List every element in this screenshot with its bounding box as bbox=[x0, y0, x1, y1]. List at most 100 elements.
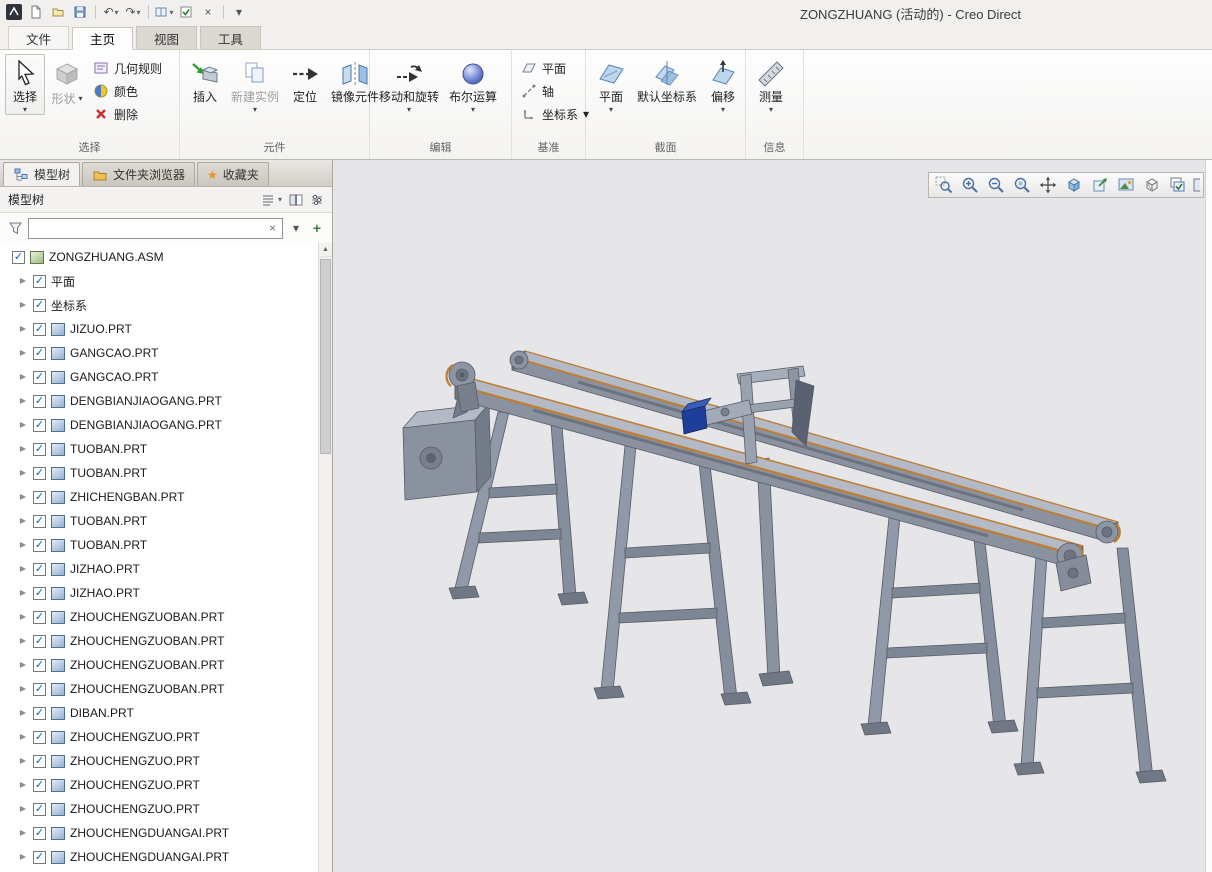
display-style-icon[interactable] bbox=[1140, 174, 1163, 196]
tree-row[interactable]: ▶ ✓ ZHOUCHENGDUANGAI.PRT bbox=[0, 821, 318, 845]
scroll-up-icon[interactable]: ▲ bbox=[319, 243, 332, 257]
tree-row[interactable]: ▶ ✓ ZHICHENGBAN.PRT bbox=[0, 485, 318, 509]
expand-arrow-icon[interactable]: ▶ bbox=[18, 732, 28, 742]
undo-button[interactable]: ↶▾ bbox=[101, 3, 121, 21]
tree-search-input[interactable] bbox=[31, 220, 265, 237]
expand-arrow-icon[interactable]: ▶ bbox=[18, 468, 28, 478]
tree-item-label[interactable]: DENGBIANJIAOGANG.PRT bbox=[70, 418, 222, 432]
tree-checkbox[interactable]: ✓ bbox=[33, 539, 46, 552]
expand-arrow-icon[interactable]: ▶ bbox=[18, 828, 28, 838]
tree-item-label[interactable]: GANGCAO.PRT bbox=[70, 370, 158, 384]
tree-checkbox[interactable]: ✓ bbox=[33, 635, 46, 648]
section-plane-button[interactable]: 平面 ▾ bbox=[591, 54, 631, 115]
expand-arrow-icon[interactable]: ▶ bbox=[18, 348, 28, 358]
tree-filter-settings-button[interactable] bbox=[310, 193, 324, 207]
toolbar-overflow-icon[interactable] bbox=[1192, 174, 1200, 196]
tree-item-label[interactable]: ZHOUCHENGZUOBAN.PRT bbox=[70, 682, 224, 696]
tab-tools[interactable]: 工具 bbox=[200, 26, 261, 49]
tree-item-label[interactable]: ZONGZHUANG.ASM bbox=[49, 250, 164, 264]
tree-item-label[interactable]: TUOBAN.PRT bbox=[70, 538, 147, 552]
tree-checkbox[interactable]: ✓ bbox=[33, 755, 46, 768]
tree-item-label[interactable]: JIZHAO.PRT bbox=[70, 586, 140, 600]
expand-arrow-icon[interactable]: ▶ bbox=[18, 660, 28, 670]
expand-arrow-icon[interactable]: ▶ bbox=[18, 276, 28, 286]
view-manager-icon[interactable] bbox=[1166, 174, 1189, 196]
offset-button[interactable]: 偏移 ▾ bbox=[703, 54, 743, 115]
tree-row[interactable]: ▶ ✓ ZHOUCHENGZUOBAN.PRT bbox=[0, 677, 318, 701]
collapsed-panel-strip[interactable] bbox=[1205, 160, 1212, 872]
tree-checkbox[interactable]: ✓ bbox=[12, 251, 25, 264]
tree-row[interactable]: ▶ ✓ 坐标系 bbox=[0, 293, 318, 317]
search-options-button[interactable]: ▾ bbox=[288, 219, 304, 237]
insert-button[interactable]: 插入 bbox=[185, 54, 225, 105]
position-button[interactable]: 定位 bbox=[285, 54, 325, 105]
tree-checkbox[interactable]: ✓ bbox=[33, 299, 46, 312]
tree-row[interactable]: ▶ ✓ ZHOUCHENGZUOBAN.PRT bbox=[0, 653, 318, 677]
tree-checkbox[interactable]: ✓ bbox=[33, 443, 46, 456]
move-rotate-button[interactable]: 移动和旋转 ▾ bbox=[375, 54, 443, 115]
capture-image-icon[interactable] bbox=[1114, 174, 1137, 196]
expand-arrow-icon[interactable]: ▶ bbox=[18, 420, 28, 430]
tree-item-label[interactable]: TUOBAN.PRT bbox=[70, 514, 147, 528]
zoom-in-icon[interactable] bbox=[958, 174, 981, 196]
expand-arrow-icon[interactable]: ▶ bbox=[18, 324, 28, 334]
tree-row[interactable]: ▶ ✓ JIZHAO.PRT bbox=[0, 581, 318, 605]
tree-checkbox[interactable]: ✓ bbox=[33, 851, 46, 864]
graphics-viewport[interactable] bbox=[333, 160, 1212, 872]
tree-display-button[interactable]: ▾ bbox=[261, 193, 282, 207]
window-button[interactable]: ▾ bbox=[154, 3, 174, 21]
app-icon[interactable] bbox=[4, 3, 24, 21]
tree-checkbox[interactable]: ✓ bbox=[33, 731, 46, 744]
redo-button[interactable]: ↷▾ bbox=[123, 3, 143, 21]
expand-arrow-icon[interactable]: ▶ bbox=[18, 300, 28, 310]
tree-item-label[interactable]: GANGCAO.PRT bbox=[70, 346, 158, 360]
tree-checkbox[interactable]: ✓ bbox=[33, 611, 46, 624]
expand-arrow-icon[interactable]: ▶ bbox=[18, 372, 28, 382]
customize-toolbar-button[interactable]: ▾ bbox=[229, 3, 249, 21]
tree-row[interactable]: ▶ ✓ ZHOUCHENGZUO.PRT bbox=[0, 797, 318, 821]
tree-row[interactable]: ▶ ✓ ZHOUCHENGZUO.PRT bbox=[0, 773, 318, 797]
tree-item-label[interactable]: 平面 bbox=[51, 273, 75, 290]
geometry-rules-button[interactable]: 几何规则 bbox=[89, 59, 166, 77]
tab-home[interactable]: 主页 bbox=[72, 27, 133, 50]
tree-checkbox[interactable]: ✓ bbox=[33, 803, 46, 816]
tree-columns-button[interactable] bbox=[289, 193, 303, 207]
tree-item-label[interactable]: 坐标系 bbox=[51, 297, 87, 314]
tree-item-label[interactable]: ZHOUCHENGZUOBAN.PRT bbox=[70, 634, 224, 648]
expand-arrow-icon[interactable]: ▶ bbox=[18, 684, 28, 694]
tree-checkbox[interactable]: ✓ bbox=[33, 347, 46, 360]
tree-row[interactable]: ▶ ✓ TUOBAN.PRT bbox=[0, 533, 318, 557]
tree-row[interactable]: ▶ ✓ ZHOUCHENGZUO.PRT bbox=[0, 749, 318, 773]
expand-arrow-icon[interactable]: ▶ bbox=[18, 396, 28, 406]
datum-axis-button[interactable]: 轴 bbox=[517, 82, 593, 100]
tree-row[interactable]: ▶ ✓ TUOBAN.PRT bbox=[0, 437, 318, 461]
close-window-button[interactable]: × bbox=[198, 3, 218, 21]
zoom-window-icon[interactable] bbox=[932, 174, 955, 196]
tree-item-label[interactable]: ZHOUCHENGZUO.PRT bbox=[70, 754, 200, 768]
tree-item-label[interactable]: ZHOUCHENGZUOBAN.PRT bbox=[70, 658, 224, 672]
tree-item-label[interactable]: ZHOUCHENGZUO.PRT bbox=[70, 778, 200, 792]
tree-row[interactable]: ▶ ✓ ZHOUCHENGZUOBAN.PRT bbox=[0, 629, 318, 653]
expand-arrow-icon[interactable]: ▶ bbox=[18, 588, 28, 598]
tree-checkbox[interactable]: ✓ bbox=[33, 563, 46, 576]
expand-arrow-icon[interactable]: ▶ bbox=[18, 852, 28, 862]
tree-checkbox[interactable]: ✓ bbox=[33, 587, 46, 600]
tab-folder-browser[interactable]: 文件夹浏览器 bbox=[82, 162, 195, 186]
tree-item-label[interactable]: DIBAN.PRT bbox=[70, 706, 134, 720]
tree-row[interactable]: ▶ ✓ ZHOUCHENGZUO.PRT bbox=[0, 725, 318, 749]
tab-favorites[interactable]: ★ 收藏夹 bbox=[197, 162, 269, 186]
select-button[interactable]: 选择 ▾ bbox=[5, 54, 45, 115]
tree-checkbox[interactable]: ✓ bbox=[33, 323, 46, 336]
tree-item-label[interactable]: TUOBAN.PRT bbox=[70, 466, 147, 480]
tree-checkbox[interactable]: ✓ bbox=[33, 707, 46, 720]
tree-row[interactable]: ▶ ✓ DIBAN.PRT bbox=[0, 701, 318, 725]
boolean-operations-button[interactable]: 布尔运算 ▾ bbox=[445, 54, 501, 115]
pan-icon[interactable] bbox=[1036, 174, 1059, 196]
tree-row[interactable]: ▶ ✓ JIZHAO.PRT bbox=[0, 557, 318, 581]
tree-item-label[interactable]: ZHOUCHENGDUANGAI.PRT bbox=[70, 826, 229, 840]
tab-view[interactable]: 视图 bbox=[136, 26, 197, 49]
tree-item-label[interactable]: JIZHAO.PRT bbox=[70, 562, 140, 576]
new-instance-button[interactable]: 新建实例 ▾ bbox=[227, 54, 283, 115]
tree-item-label[interactable]: ZHICHENGBAN.PRT bbox=[70, 490, 184, 504]
tree-row[interactable]: ▶ ✓ 平面 bbox=[0, 269, 318, 293]
